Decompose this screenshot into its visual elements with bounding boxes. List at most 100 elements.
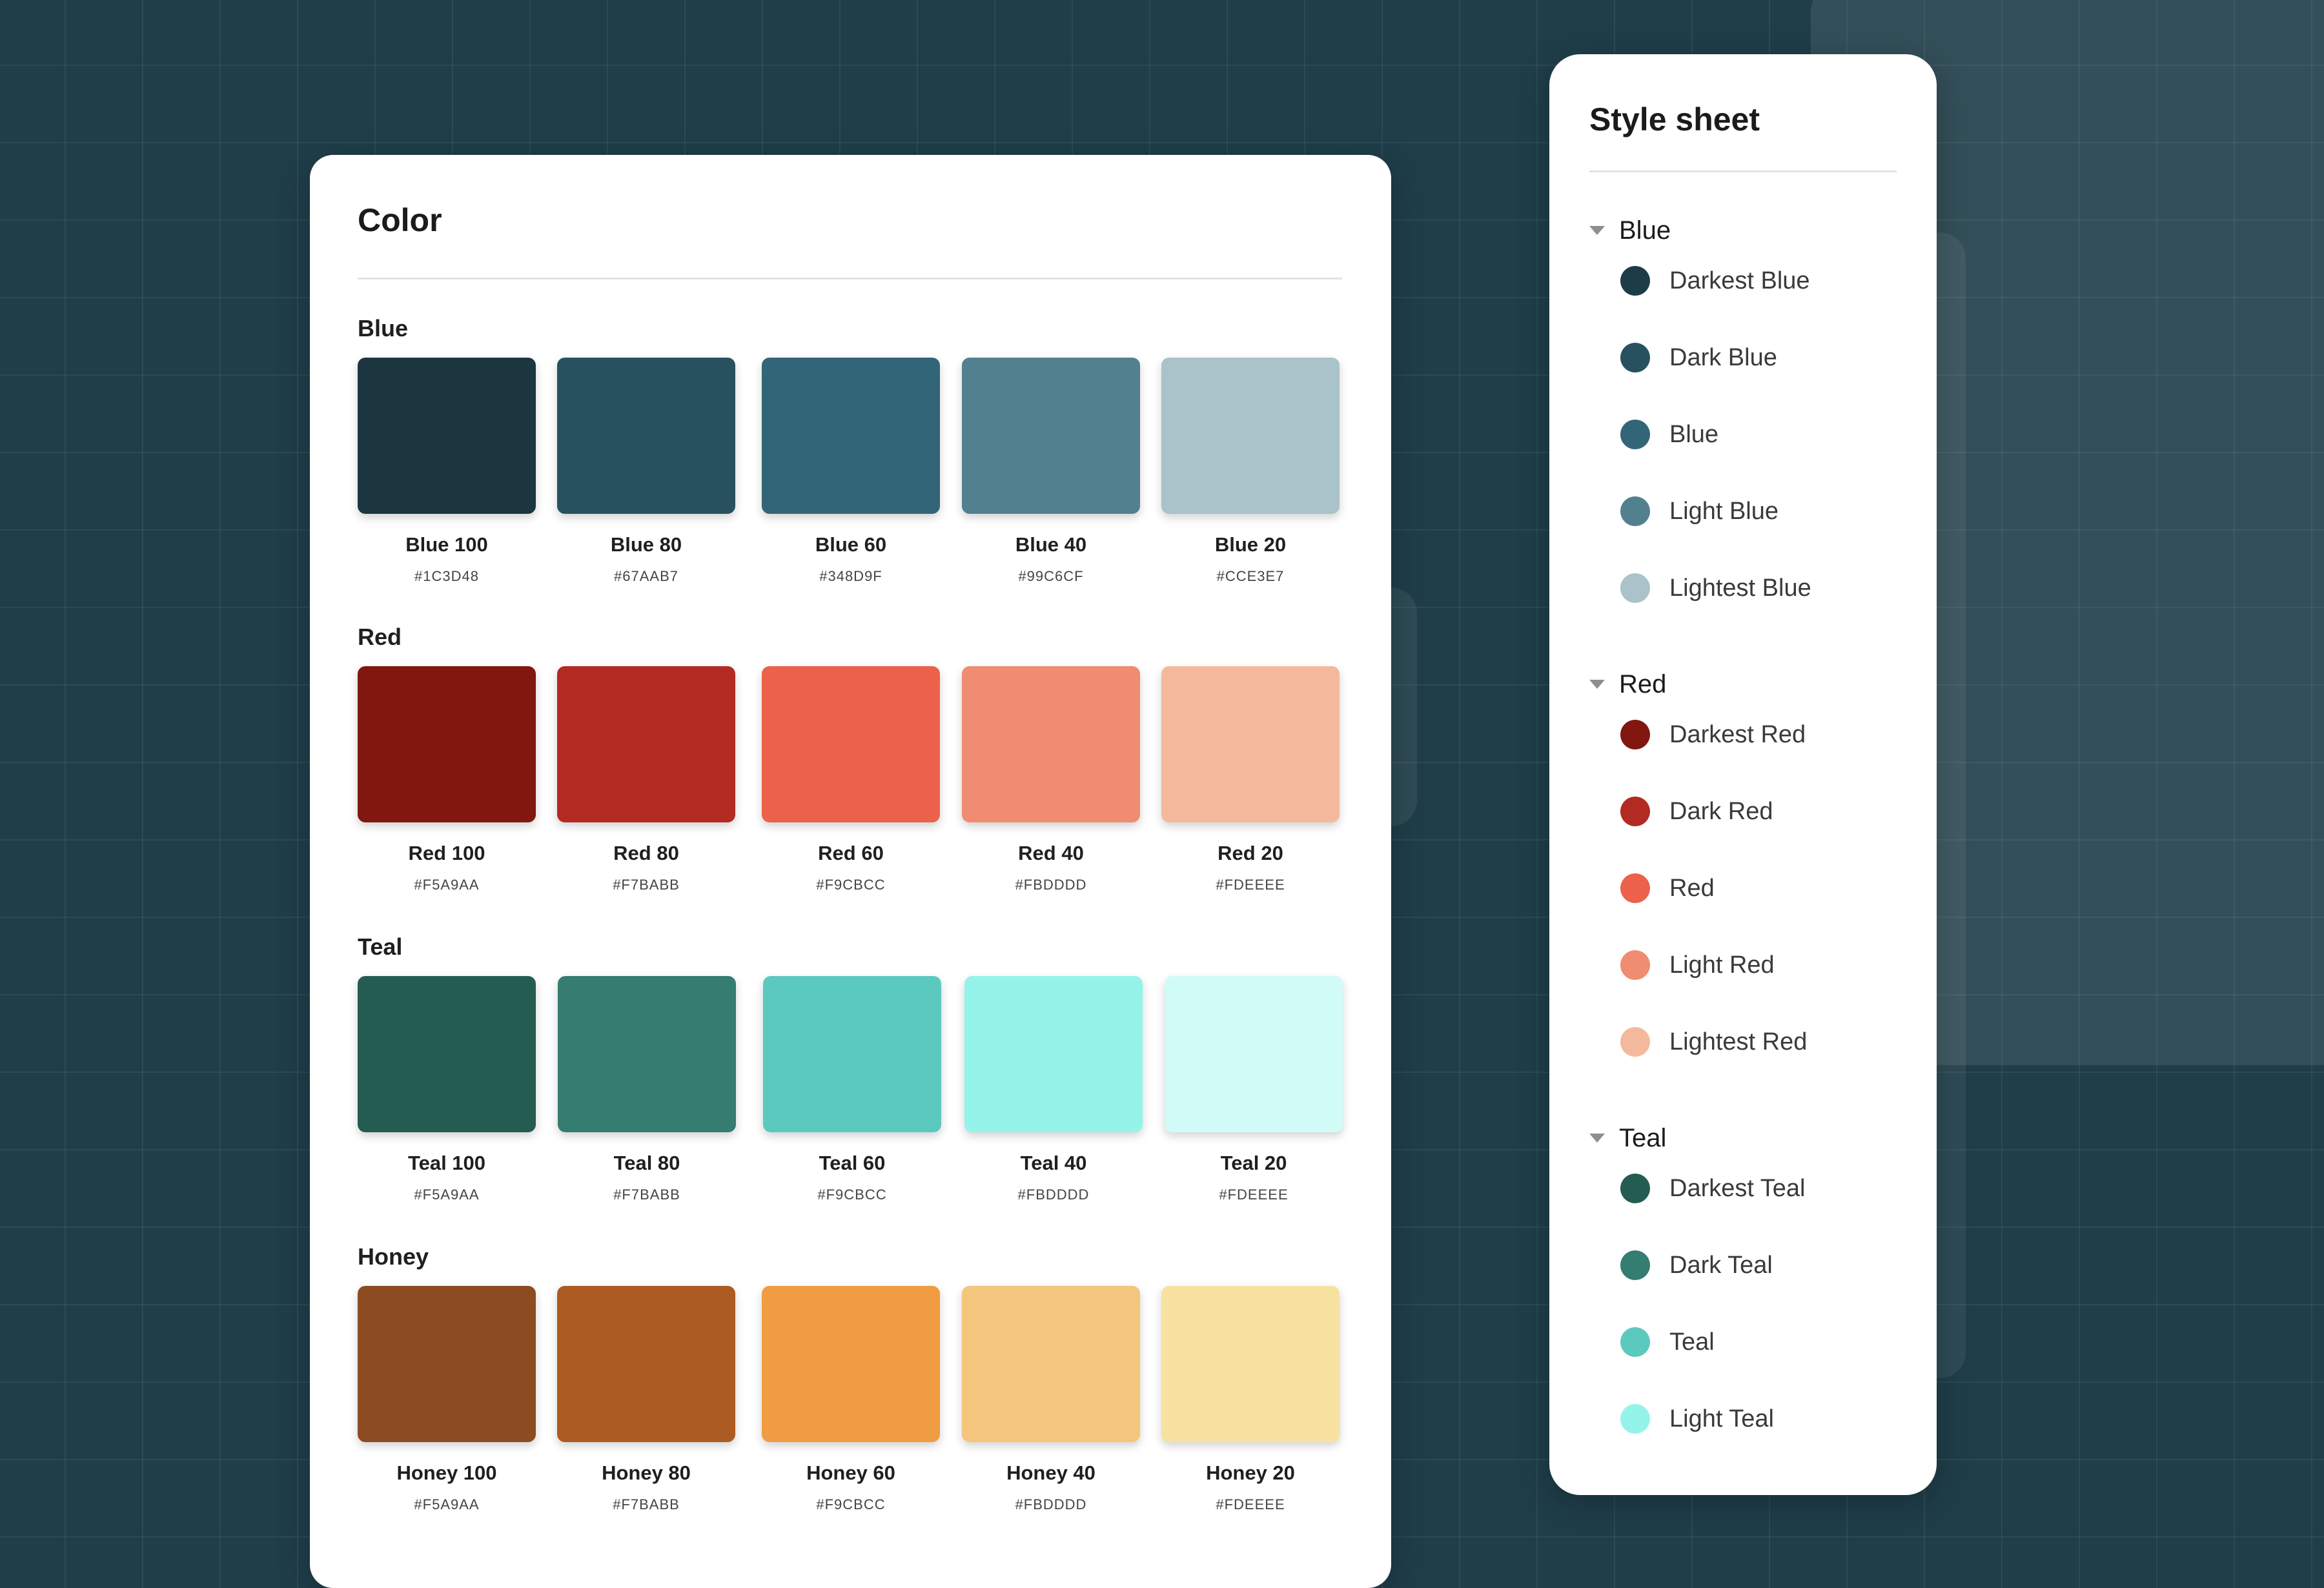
style-item[interactable]: Light Teal xyxy=(1620,1400,1774,1438)
swatch-item[interactable]: Red 60 #F9CBCC xyxy=(762,666,940,893)
color-swatch[interactable] xyxy=(762,358,940,514)
style-item-label: Darkest Teal xyxy=(1669,1174,1806,1202)
color-dot-icon xyxy=(1620,266,1650,296)
color-swatch[interactable] xyxy=(358,976,536,1132)
style-item[interactable]: Lightest Blue xyxy=(1620,569,1811,607)
color-dot-icon xyxy=(1620,343,1650,372)
divider xyxy=(1589,170,1897,172)
swatch-item[interactable]: Blue 80 #67AAB7 xyxy=(557,358,735,585)
swatch-hex: #F7BABB xyxy=(613,877,680,893)
swatch-name: Honey 100 xyxy=(396,1461,497,1484)
swatch-item[interactable]: Teal 20 #FDEEEE xyxy=(1165,976,1343,1203)
swatch-name: Red 100 xyxy=(408,842,485,864)
swatch-item[interactable]: Blue 100 #1C3D48 xyxy=(358,358,536,585)
caret-down-icon[interactable] xyxy=(1589,226,1605,235)
caret-down-icon[interactable] xyxy=(1589,1134,1605,1143)
swatch-hex: #F7BABB xyxy=(613,1496,680,1512)
color-card: Color Blue Blue 100 #1C3D48 Blue 80 #67A… xyxy=(310,155,1391,1588)
swatch-item[interactable]: Blue 20 #CCE3E7 xyxy=(1161,358,1340,585)
color-dot-icon xyxy=(1620,720,1650,749)
style-item-label: Lightest Red xyxy=(1669,1028,1808,1055)
color-swatch[interactable] xyxy=(1161,666,1340,822)
style-item[interactable]: Blue xyxy=(1620,415,1718,454)
color-dot-icon xyxy=(1620,1404,1650,1434)
style-item-label: Dark Blue xyxy=(1669,343,1777,371)
swatch-item[interactable]: Red 100 #F5A9AA xyxy=(358,666,536,893)
swatch-item[interactable]: Red 20 #FDEEEE xyxy=(1161,666,1340,893)
swatch-hex: #FDEEEE xyxy=(1216,1496,1285,1512)
color-swatch[interactable] xyxy=(558,976,736,1132)
color-swatch[interactable] xyxy=(358,1286,536,1442)
swatch-item[interactable]: Honey 100 #F5A9AA xyxy=(358,1286,536,1513)
swatch-item[interactable]: Teal 100 #F5A9AA xyxy=(358,976,536,1203)
style-group-label: Teal xyxy=(1619,1123,1667,1152)
style-item-label: Darkest Red xyxy=(1669,720,1806,748)
swatch-item[interactable]: Red 80 #F7BABB xyxy=(557,666,735,893)
style-group-toggle[interactable]: Blue xyxy=(1589,214,1671,247)
color-swatch[interactable] xyxy=(762,1286,940,1442)
color-swatch[interactable] xyxy=(557,666,735,822)
style-item-label: Dark Teal xyxy=(1669,1251,1773,1279)
color-dot-icon xyxy=(1620,873,1650,903)
style-item[interactable]: Dark Teal xyxy=(1620,1246,1773,1285)
color-swatch[interactable] xyxy=(962,666,1140,822)
style-item-label: Darkest Blue xyxy=(1669,267,1810,294)
color-swatch[interactable] xyxy=(962,358,1140,514)
swatch-hex: #348D9F xyxy=(819,568,882,584)
color-dot-icon xyxy=(1620,1327,1650,1357)
style-item[interactable]: Lightest Red xyxy=(1620,1023,1807,1061)
style-item[interactable]: Darkest Teal xyxy=(1620,1169,1806,1208)
swatch-hex: #FBDDDD xyxy=(1015,877,1087,893)
style-item[interactable]: Red xyxy=(1620,869,1715,908)
swatch-item[interactable]: Teal 40 #FBDDDD xyxy=(964,976,1143,1203)
color-swatch[interactable] xyxy=(1165,976,1343,1132)
style-item[interactable]: Dark Red xyxy=(1620,792,1773,831)
style-item-label: Light Teal xyxy=(1669,1405,1774,1432)
swatch-hex: #67AAB7 xyxy=(614,568,678,584)
swatch-hex: #1C3D48 xyxy=(414,568,479,584)
color-swatch[interactable] xyxy=(358,358,536,514)
swatch-hex: #FDEEEE xyxy=(1219,1186,1289,1203)
swatch-hex: #CCE3E7 xyxy=(1216,568,1285,584)
style-item-label: Light Blue xyxy=(1669,497,1779,525)
swatch-item[interactable]: Teal 80 #F7BABB xyxy=(558,976,736,1203)
color-dot-icon xyxy=(1620,420,1650,449)
swatch-item[interactable]: Honey 20 #FDEEEE xyxy=(1161,1286,1340,1513)
color-dot-icon xyxy=(1620,573,1650,603)
swatch-item[interactable]: Red 40 #FBDDDD xyxy=(962,666,1140,893)
style-item[interactable]: Light Blue xyxy=(1620,492,1779,531)
style-item[interactable]: Darkest Blue xyxy=(1620,261,1810,300)
color-swatch[interactable] xyxy=(1161,1286,1340,1442)
color-swatch[interactable] xyxy=(1161,358,1340,514)
color-swatch[interactable] xyxy=(962,1286,1140,1442)
style-sheet-title: Style sheet xyxy=(1589,101,1760,137)
color-dot-icon xyxy=(1620,797,1650,826)
swatch-item[interactable]: Honey 60 #F9CBCC xyxy=(762,1286,940,1513)
swatch-item[interactable]: Honey 80 #F7BABB xyxy=(557,1286,735,1513)
color-card-title: Color xyxy=(358,202,442,238)
style-item-label: Light Red xyxy=(1669,951,1775,979)
swatch-hex: #FDEEEE xyxy=(1216,877,1285,893)
swatch-item[interactable]: Blue 60 #348D9F xyxy=(762,358,940,585)
swatch-name: Red 60 xyxy=(818,842,884,864)
swatch-item[interactable]: Teal 60 #F9CBCC xyxy=(763,976,941,1203)
color-swatch[interactable] xyxy=(557,1286,735,1442)
style-item[interactable]: Light Red xyxy=(1620,946,1775,984)
style-item[interactable]: Darkest Red xyxy=(1620,715,1806,754)
color-swatch[interactable] xyxy=(557,358,735,514)
swatch-name: Blue 100 xyxy=(405,533,488,556)
style-group-toggle[interactable]: Teal xyxy=(1589,1122,1666,1154)
color-swatch[interactable] xyxy=(358,666,536,822)
swatch-item[interactable]: Honey 40 #FBDDDD xyxy=(962,1286,1140,1513)
swatch-item[interactable]: Blue 40 #99C6CF xyxy=(962,358,1140,585)
color-swatch[interactable] xyxy=(762,666,940,822)
style-item[interactable]: Dark Blue xyxy=(1620,338,1777,377)
swatch-name: Teal 60 xyxy=(819,1152,886,1174)
caret-down-icon[interactable] xyxy=(1589,680,1605,689)
style-item[interactable]: Teal xyxy=(1620,1323,1715,1361)
color-swatch[interactable] xyxy=(763,976,941,1132)
style-item-label: Teal xyxy=(1669,1328,1715,1356)
swatch-hex: #F5A9AA xyxy=(414,877,480,893)
color-swatch[interactable] xyxy=(964,976,1143,1132)
style-group-toggle[interactable]: Red xyxy=(1589,668,1666,700)
